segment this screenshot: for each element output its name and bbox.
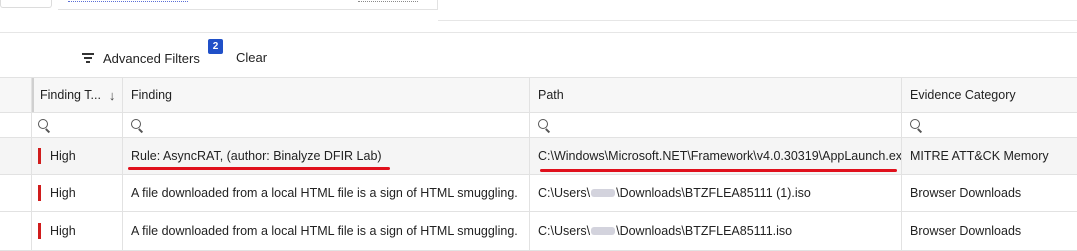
severity-cell: High [32,138,123,174]
filter-toolbar: Advanced Filters 2 Clear [80,39,267,70]
path-suffix: \Downloads\BTZFLEA85111 (1).iso [616,186,811,200]
table-row[interactable]: High A file downloaded from a local HTML… [0,175,1077,212]
severity-label: High [50,149,76,163]
category-text: Browser Downloads [910,186,1022,200]
finding-text: Rule: AsyncRAT, (author: Binalyze DFIR L… [131,149,382,163]
path-suffix: \Downloads\BTZFLEA85111.iso [616,224,793,238]
search-icon[interactable] [38,118,51,132]
row-select-cell[interactable] [0,175,32,211]
filter-count-badge: 2 [208,39,223,54]
row-select-header [0,78,32,112]
filter-finding[interactable] [123,113,530,137]
category-cell: MITRE ATT&CK Memory [902,138,1077,174]
sort-descending-icon[interactable]: ↓ [109,88,116,103]
column-header-label: Finding [131,88,172,102]
severity-indicator [38,223,41,239]
annotation-underline-path [540,169,897,172]
row-select-cell[interactable] [0,212,32,250]
finding-cell: A file downloaded from a local HTML file… [123,175,530,211]
divider [438,20,1077,21]
category-text: MITRE ATT&CK Memory [910,149,1049,163]
finding-cell: A file downloaded from a local HTML file… [123,212,530,250]
filter-path[interactable] [530,113,902,137]
column-header-label: Path [538,88,564,102]
table-header-row: Finding T... ↓ Finding Path Evidence Cat… [0,77,1077,113]
filter-evidence-category[interactable] [902,113,1077,137]
query-text-fragment [68,0,188,2]
filter-finding-type[interactable] [32,113,123,137]
severity-label: High [50,186,76,200]
severity-label: High [50,224,76,238]
annotation-underline-finding [128,167,390,170]
row-select-cell[interactable] [0,138,32,174]
category-text: Browser Downloads [910,224,1022,238]
filter-icon[interactable] [80,51,96,65]
path-cell: C:\Users\ \Downloads\BTZFLEA85111.iso [530,212,902,250]
search-icon[interactable] [538,118,551,132]
column-filter-row [0,113,1077,138]
finding-text: A file downloaded from a local HTML file… [131,186,518,200]
column-header-evidence-category[interactable]: Evidence Category [902,78,1077,112]
column-header-label: Evidence Category [910,88,1016,102]
category-cell: Browser Downloads [902,175,1077,211]
column-header-finding-type[interactable]: Finding T... ↓ [32,78,123,112]
severity-cell: High [32,175,123,211]
severity-indicator [38,185,41,201]
top-strip [0,0,1077,34]
redacted-username [591,189,616,197]
column-header-path[interactable]: Path [530,78,902,112]
column-header-finding[interactable]: Finding [123,78,530,112]
clear-button[interactable]: Clear [236,50,267,65]
top-left-control[interactable] [0,0,52,8]
path-prefix: C:\Users\ [538,224,591,238]
category-cell: Browser Downloads [902,212,1077,250]
path-cell: C:\Users\ \Downloads\BTZFLEA85111 (1).is… [530,175,902,211]
column-header-label: Finding T... [40,88,101,102]
redacted-username [591,227,616,235]
search-icon[interactable] [910,118,923,132]
table-row[interactable]: High A file downloaded from a local HTML… [0,212,1077,251]
severity-indicator [38,148,41,164]
path-prefix: C:\Users\ [538,186,591,200]
finding-text: A file downloaded from a local HTML file… [131,224,518,238]
advanced-filters-button[interactable]: Advanced Filters [103,51,200,66]
divider [0,32,1077,33]
query-field[interactable] [58,0,438,10]
path-text: C:\Windows\Microsoft.NET\Framework\v4.0.… [538,149,902,163]
search-icon[interactable] [131,118,144,132]
query-text-fragment-2 [358,0,418,2]
filter-cell [0,113,32,137]
severity-cell: High [32,212,123,250]
